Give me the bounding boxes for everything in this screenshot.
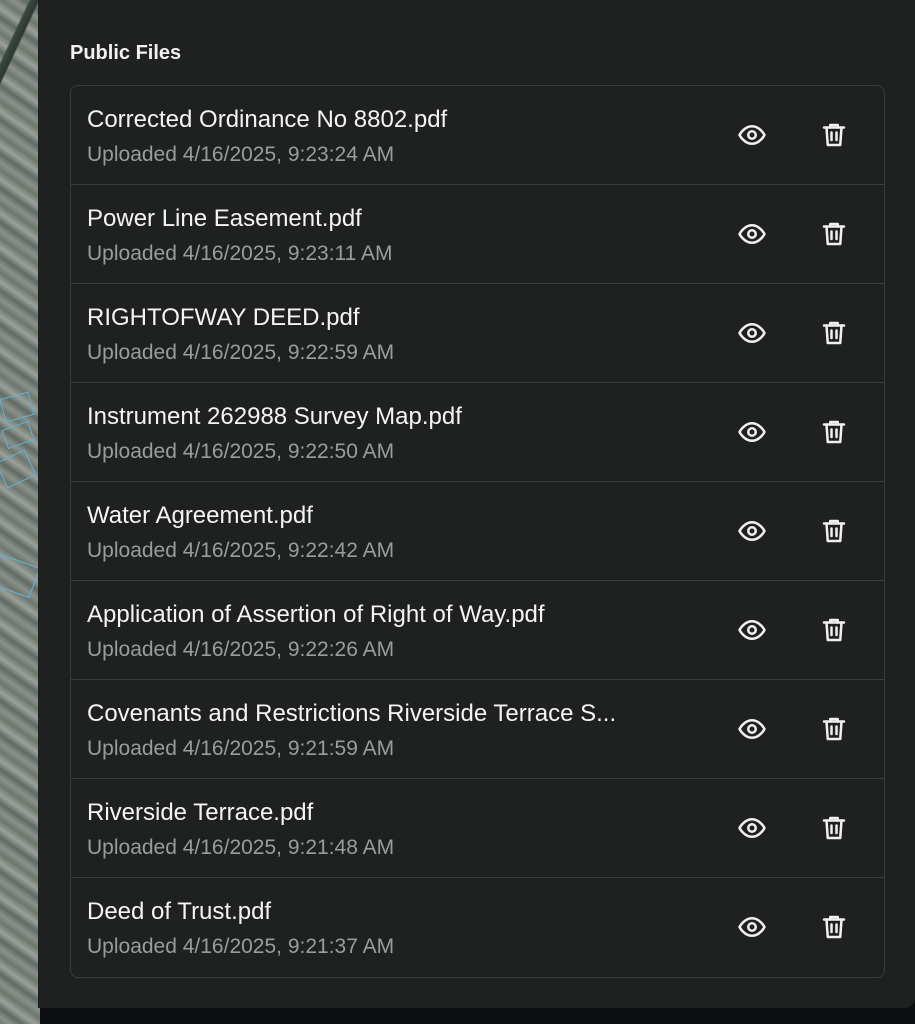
delete-file-button[interactable] (816, 513, 852, 549)
file-row: Deed of Trust.pdf Uploaded 4/16/2025, 9:… (71, 878, 884, 977)
file-row: Power Line Easement.pdf Uploaded 4/16/20… (71, 185, 884, 284)
view-file-button[interactable] (734, 315, 770, 351)
file-name: Corrected Ordinance No 8802.pdf (87, 106, 448, 133)
view-file-button[interactable] (734, 117, 770, 153)
map-background (0, 0, 41, 1024)
file-name: Deed of Trust.pdf (87, 898, 272, 925)
delete-file-button[interactable] (816, 711, 852, 747)
file-row: Water Agreement.pdf Uploaded 4/16/2025, … (71, 482, 884, 581)
view-file-button[interactable] (734, 414, 770, 450)
file-upload-date: Uploaded 4/16/2025, 9:22:26 AM (87, 638, 395, 661)
view-file-button[interactable] (734, 711, 770, 747)
file-upload-date: Uploaded 4/16/2025, 9:22:42 AM (87, 539, 395, 562)
public-files-panel: Public Files Corrected Ordinance No 8802… (38, 0, 915, 1008)
file-upload-date: Uploaded 4/16/2025, 9:23:11 AM (87, 242, 393, 265)
file-name: Water Agreement.pdf (87, 502, 313, 529)
trash-icon (822, 321, 846, 345)
delete-file-button[interactable] (816, 810, 852, 846)
delete-file-button[interactable] (816, 909, 852, 945)
delete-file-button[interactable] (816, 414, 852, 450)
view-file-button[interactable] (734, 612, 770, 648)
view-file-button[interactable] (734, 810, 770, 846)
eye-icon (738, 917, 766, 937)
file-name: Application of Assertion of Right of Way… (87, 601, 545, 628)
trash-icon (822, 915, 846, 939)
file-name: RIGHTOFWAY DEED.pdf (87, 304, 360, 331)
file-row: Application of Assertion of Right of Way… (71, 581, 884, 680)
delete-file-button[interactable] (816, 612, 852, 648)
file-row: Riverside Terrace.pdf Uploaded 4/16/2025… (71, 779, 884, 878)
trash-icon (822, 618, 846, 642)
map-parcel (0, 553, 41, 599)
map-parcel (0, 449, 37, 489)
eye-icon (738, 422, 766, 442)
file-upload-date: Uploaded 4/16/2025, 9:22:50 AM (87, 440, 395, 463)
file-row: Instrument 262988 Survey Map.pdf Uploade… (71, 383, 884, 482)
view-file-button[interactable] (734, 513, 770, 549)
file-upload-date: Uploaded 4/16/2025, 9:22:59 AM (87, 341, 395, 364)
panel-title: Public Files (70, 42, 182, 64)
trash-icon (822, 816, 846, 840)
eye-icon (738, 719, 766, 739)
delete-file-button[interactable] (816, 216, 852, 252)
eye-icon (738, 818, 766, 838)
trash-icon (822, 519, 846, 543)
eye-icon (738, 125, 766, 145)
map-road (0, 0, 40, 120)
view-file-button[interactable] (734, 216, 770, 252)
eye-icon (738, 323, 766, 343)
map-parcel (1, 420, 35, 450)
eye-icon (738, 620, 766, 640)
trash-icon (822, 420, 846, 444)
eye-icon (738, 224, 766, 244)
eye-icon (738, 521, 766, 541)
file-name: Riverside Terrace.pdf (87, 799, 314, 826)
file-name: Power Line Easement.pdf (87, 205, 362, 232)
map-parcel (0, 391, 35, 423)
file-upload-date: Uploaded 4/16/2025, 9:23:24 AM (87, 143, 395, 166)
trash-icon (822, 717, 846, 741)
file-upload-date: Uploaded 4/16/2025, 9:21:59 AM (87, 737, 395, 760)
file-list: Corrected Ordinance No 8802.pdf Uploaded… (70, 85, 885, 978)
delete-file-button[interactable] (816, 315, 852, 351)
delete-file-button[interactable] (816, 117, 852, 153)
file-name: Covenants and Restrictions Riverside Ter… (87, 700, 617, 727)
file-upload-date: Uploaded 4/16/2025, 9:21:37 AM (87, 935, 395, 958)
file-name: Instrument 262988 Survey Map.pdf (87, 403, 462, 430)
file-row: RIGHTOFWAY DEED.pdf Uploaded 4/16/2025, … (71, 284, 884, 383)
file-row: Corrected Ordinance No 8802.pdf Uploaded… (71, 86, 884, 185)
file-upload-date: Uploaded 4/16/2025, 9:21:48 AM (87, 836, 395, 859)
view-file-button[interactable] (734, 909, 770, 945)
file-row: Covenants and Restrictions Riverside Ter… (71, 680, 884, 779)
trash-icon (822, 123, 846, 147)
trash-icon (822, 222, 846, 246)
